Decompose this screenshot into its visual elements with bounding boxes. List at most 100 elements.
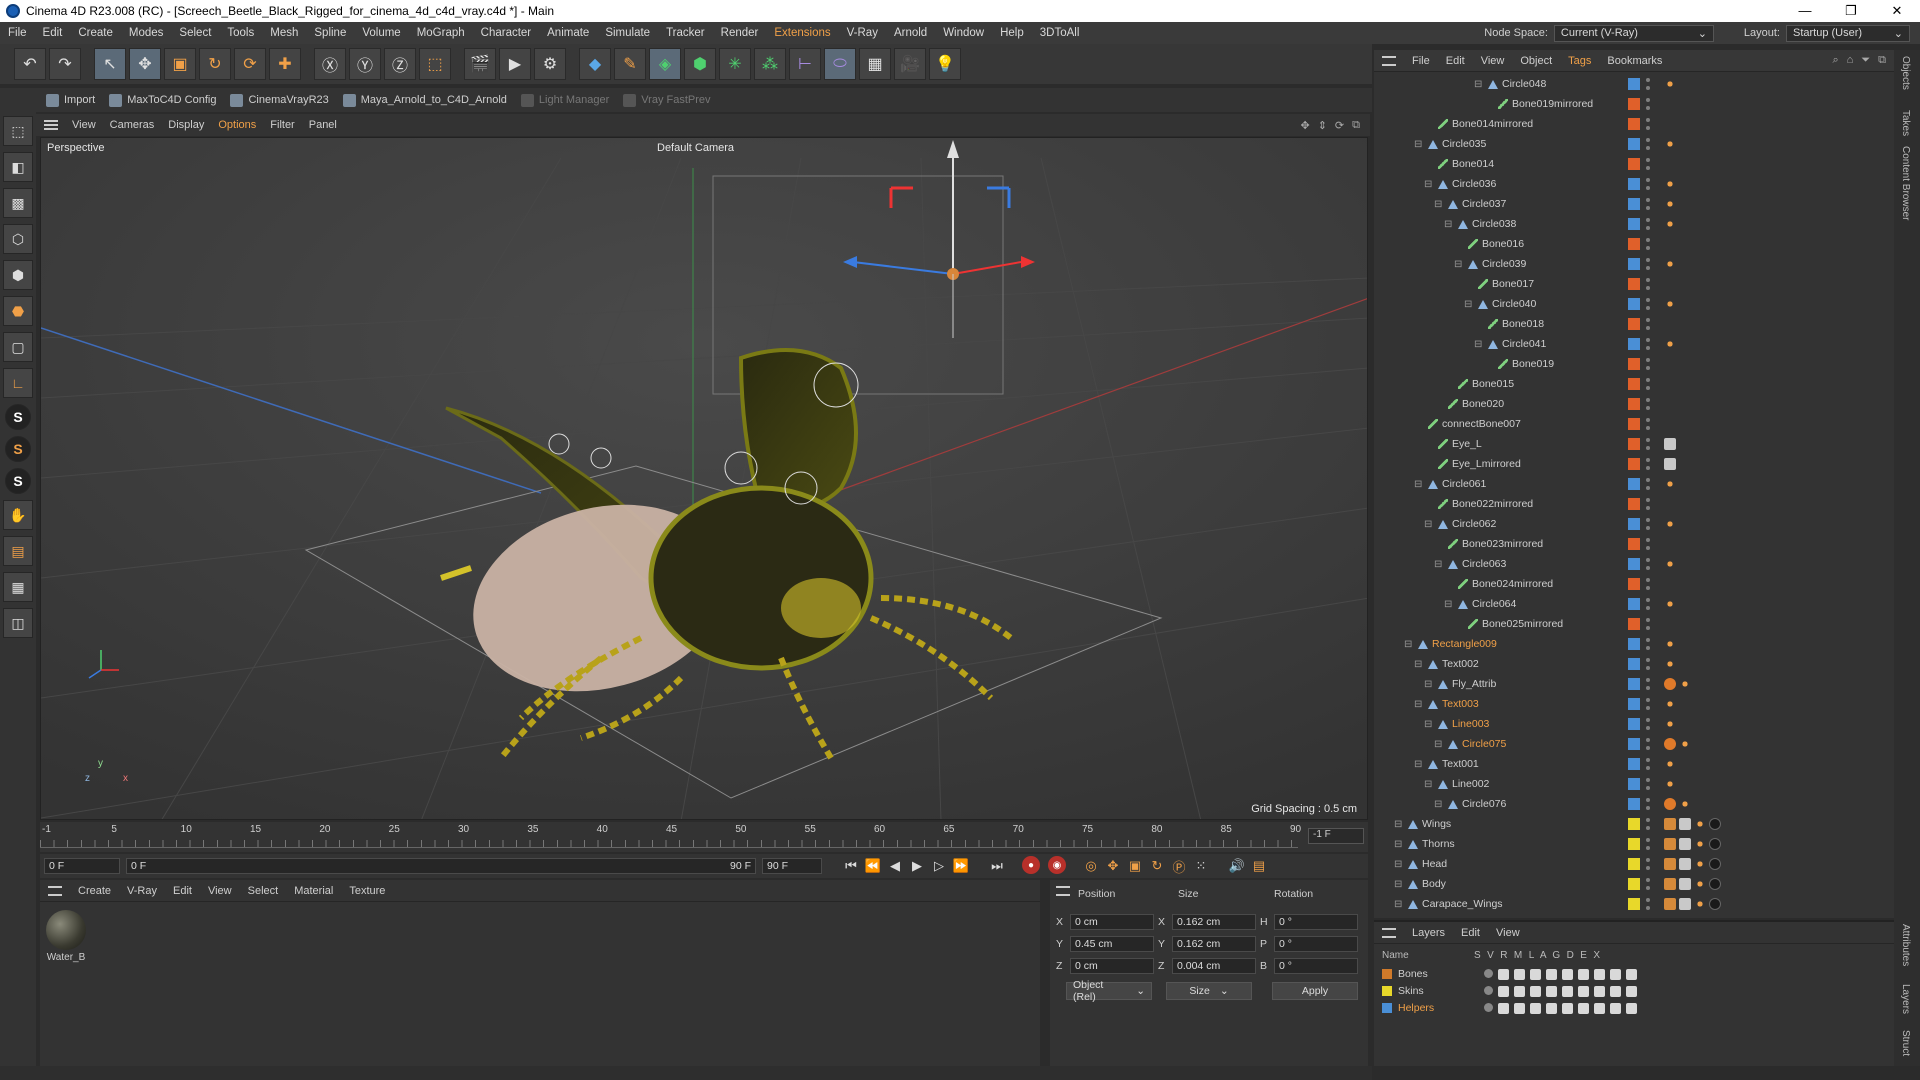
- viewport-menu-panel[interactable]: Panel: [309, 119, 337, 131]
- collapse-toggle-icon[interactable]: ⊟: [1434, 799, 1444, 810]
- visibility-dots-icon[interactable]: [1646, 138, 1651, 150]
- object-row[interactable]: Bone015: [1374, 374, 1884, 394]
- manager-flag-icon[interactable]: [1530, 1002, 1541, 1014]
- position-key-icon[interactable]: ✥: [1102, 856, 1124, 876]
- material-tag-icon[interactable]: [1709, 898, 1721, 910]
- collapse-toggle-icon[interactable]: ⊟: [1444, 219, 1454, 230]
- solo-flag-icon[interactable]: [1484, 968, 1493, 978]
- new-window-icon[interactable]: ⧉: [1878, 54, 1886, 67]
- collapse-toggle-icon[interactable]: ⊟: [1394, 879, 1404, 890]
- solo-flag-icon[interactable]: [1484, 985, 1493, 995]
- om-menu-bookmarks[interactable]: Bookmarks: [1607, 55, 1662, 67]
- collapse-toggle-icon[interactable]: ⊟: [1474, 339, 1484, 350]
- ik-tag-icon[interactable]: [1664, 638, 1676, 650]
- size-mode-dropdown[interactable]: Size ⌄: [1166, 982, 1252, 1000]
- visibility-dots-icon[interactable]: [1646, 658, 1651, 670]
- object-row[interactable]: ⊟ Circle038: [1374, 214, 1884, 234]
- tab-struct[interactable]: Struct: [1900, 1030, 1911, 1056]
- visibility-dots-icon[interactable]: [1646, 718, 1651, 730]
- phong-tag-icon[interactable]: [1664, 858, 1676, 870]
- go-to-end-icon[interactable]: ⏭: [986, 856, 1008, 876]
- ik-tag-icon[interactable]: [1664, 258, 1676, 270]
- object-row[interactable]: ⊟ Circle076: [1374, 794, 1884, 814]
- object-row[interactable]: ⊟ Text002: [1374, 654, 1884, 674]
- solo-flag-icon[interactable]: [1484, 1002, 1493, 1012]
- visibility-dots-icon[interactable]: [1646, 218, 1651, 230]
- object-row[interactable]: ⊟ Circle041: [1374, 334, 1884, 354]
- minimize-button[interactable]: —: [1782, 3, 1828, 19]
- layer-color-swatch[interactable]: [1628, 478, 1640, 490]
- visible-flag-icon[interactable]: [1498, 968, 1509, 980]
- object-row[interactable]: Bone016: [1374, 234, 1884, 254]
- visibility-dots-icon[interactable]: [1646, 838, 1651, 850]
- object-row[interactable]: ⊟ Carapace_Wings: [1374, 894, 1884, 914]
- layer-menu-view[interactable]: View: [1496, 927, 1520, 939]
- layer-row[interactable]: Skins: [1382, 983, 1637, 999]
- material-menu-select[interactable]: Select: [248, 885, 279, 897]
- layer-color-swatch[interactable]: [1628, 538, 1640, 550]
- xpresso-tag-icon[interactable]: [1679, 878, 1691, 890]
- visibility-dots-icon[interactable]: [1646, 738, 1651, 750]
- visibility-dots-icon[interactable]: [1646, 878, 1651, 890]
- menu-character[interactable]: Character: [473, 27, 540, 39]
- xpresso-tag-icon[interactable]: [1679, 838, 1691, 850]
- layer-color-swatch[interactable]: [1628, 158, 1640, 170]
- om-menu-edit[interactable]: Edit: [1446, 55, 1465, 67]
- material-menu-create[interactable]: Create: [78, 885, 111, 897]
- layer-color-swatch[interactable]: [1628, 298, 1640, 310]
- material-tag-icon[interactable]: [1709, 818, 1721, 830]
- menu-help[interactable]: Help: [992, 27, 1032, 39]
- visibility-dots-icon[interactable]: [1646, 118, 1651, 130]
- object-row[interactable]: Bone019mirrored: [1374, 94, 1884, 114]
- frame-range-slider[interactable]: 0 F 90 F: [126, 858, 756, 874]
- animation-flag-icon[interactable]: [1562, 1002, 1573, 1014]
- deformers-flag-icon[interactable]: [1594, 1002, 1605, 1014]
- menu-edit[interactable]: Edit: [35, 27, 71, 39]
- collapse-toggle-icon[interactable]: ⊟: [1414, 759, 1424, 770]
- floor-environment-icon[interactable]: ▦: [859, 48, 891, 80]
- visibility-dots-icon[interactable]: [1646, 618, 1651, 630]
- menu-volume[interactable]: Volume: [354, 27, 408, 39]
- visibility-dots-icon[interactable]: [1646, 678, 1651, 690]
- visibility-dots-icon[interactable]: [1646, 538, 1651, 550]
- generators-flag-icon[interactable]: [1578, 968, 1589, 980]
- hamburger-menu-icon[interactable]: [44, 120, 58, 130]
- field-icon[interactable]: ⬭: [824, 48, 856, 80]
- object-row[interactable]: ⊟ Circle062: [1374, 514, 1884, 534]
- phong-tag-icon[interactable]: [1664, 878, 1676, 890]
- layer-color-swatch[interactable]: [1382, 1003, 1392, 1013]
- material-tag-icon[interactable]: [1709, 878, 1721, 890]
- object-row[interactable]: Eye_Lmirrored: [1374, 454, 1884, 474]
- viewport-menu-display[interactable]: Display: [168, 119, 204, 131]
- material-menu-texture[interactable]: Texture: [349, 885, 385, 897]
- visibility-dots-icon[interactable]: [1646, 858, 1651, 870]
- ik-tag-icon[interactable]: [1664, 758, 1676, 770]
- visibility-dots-icon[interactable]: [1646, 418, 1651, 430]
- camera-label[interactable]: Default Camera: [657, 142, 734, 154]
- layer-color-swatch[interactable]: [1628, 738, 1640, 750]
- move-view-icon[interactable]: ✥: [1300, 119, 1309, 132]
- material-tag-icon[interactable]: [1709, 838, 1721, 850]
- ik-tag-icon[interactable]: [1679, 738, 1691, 750]
- redo-icon[interactable]: ↷: [49, 48, 81, 80]
- layer-color-swatch[interactable]: [1628, 318, 1640, 330]
- visibility-dots-icon[interactable]: [1646, 518, 1651, 530]
- layer-color-swatch[interactable]: [1628, 78, 1640, 90]
- visibility-dots-icon[interactable]: [1646, 318, 1651, 330]
- visibility-dots-icon[interactable]: [1646, 458, 1651, 470]
- menu-tools[interactable]: Tools: [219, 27, 262, 39]
- x-axis-lock-icon[interactable]: Ⓧ: [314, 48, 346, 80]
- collapse-toggle-icon[interactable]: ⊟: [1394, 819, 1404, 830]
- om-menu-object[interactable]: Object: [1520, 55, 1552, 67]
- hamburger-menu-icon[interactable]: [1382, 55, 1396, 66]
- layer-color-swatch[interactable]: [1628, 358, 1640, 370]
- layer-row[interactable]: Helpers: [1382, 1000, 1637, 1016]
- layer-color-swatch[interactable]: [1382, 986, 1392, 996]
- size-y-field[interactable]: 0.162 cm: [1172, 936, 1256, 952]
- xref-flag-icon[interactable]: [1626, 968, 1637, 980]
- visibility-dots-icon[interactable]: [1646, 338, 1651, 350]
- locked-flag-icon[interactable]: [1546, 1002, 1557, 1014]
- manager-flag-icon[interactable]: [1530, 968, 1541, 980]
- visibility-dots-icon[interactable]: [1646, 358, 1651, 370]
- visibility-dots-icon[interactable]: [1646, 798, 1651, 810]
